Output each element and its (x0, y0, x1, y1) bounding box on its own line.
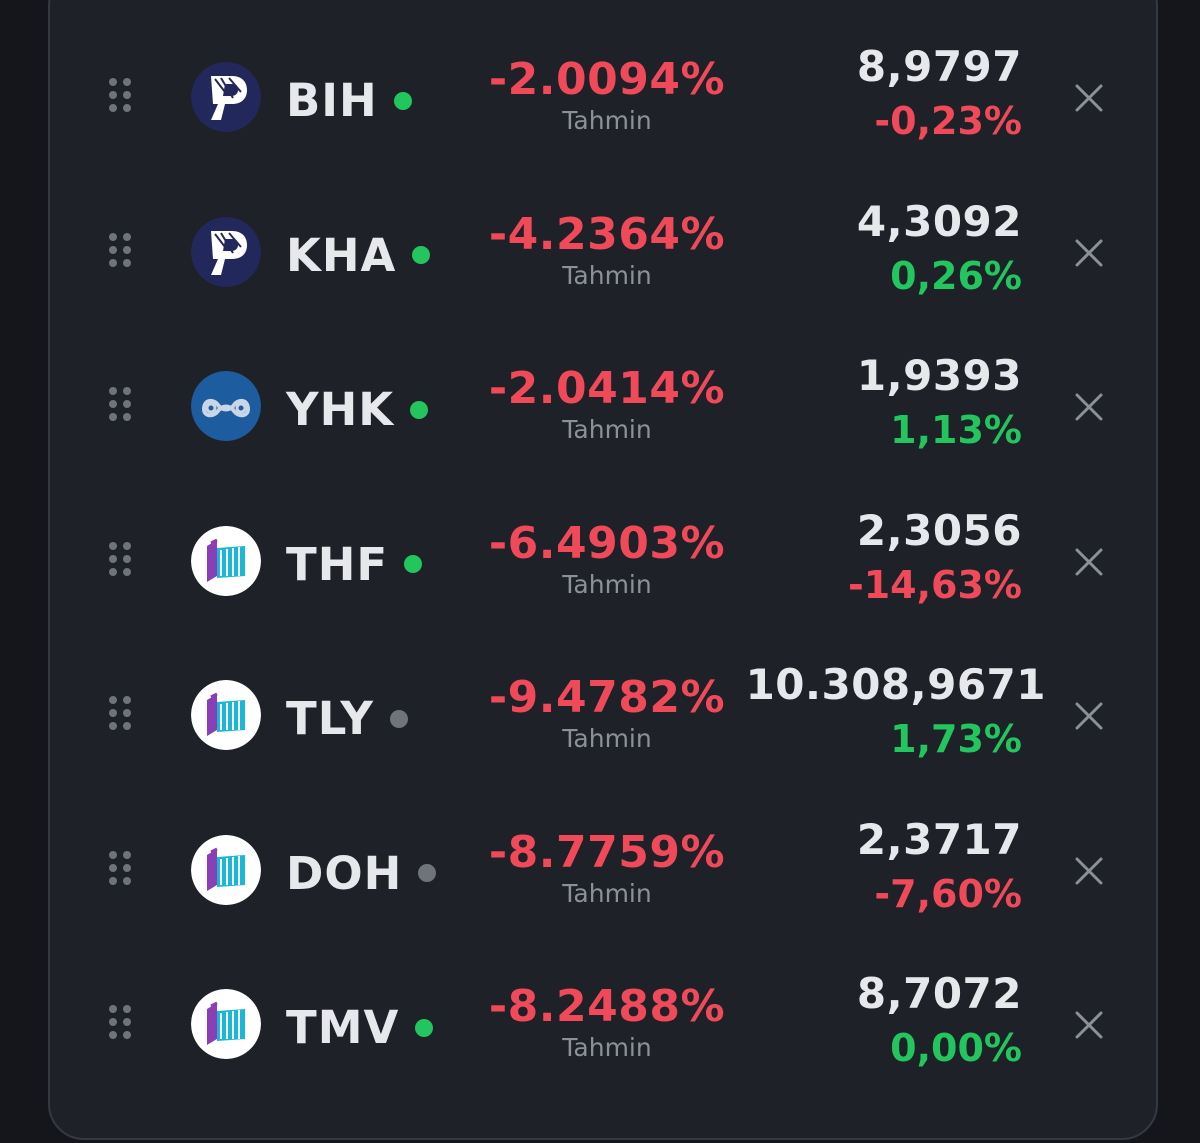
watchlist-row[interactable]: TMV -8.2488% Tahmin 8,7072 0,00% (0, 973, 1200, 1143)
wave-logo-icon (191, 371, 261, 441)
ticker-symbol[interactable]: TMV (286, 1001, 434, 1054)
estimate-block: -2.0094% Tahmin (480, 54, 734, 135)
ticker-label: BIH (286, 74, 378, 127)
drag-handle-icon[interactable] (109, 696, 133, 734)
estimate-value: -4.2364% (488, 208, 726, 260)
p-logo-icon (191, 62, 261, 132)
ticker-symbol[interactable]: BIH (286, 78, 412, 123)
price-block: 10.308,9671 1,73% (746, 664, 1046, 761)
market-status-dot (410, 400, 429, 419)
drag-handle-icon[interactable] (109, 78, 133, 116)
price-change: 1,13% (890, 408, 1022, 452)
cube-logo-icon (191, 989, 261, 1059)
estimate-block: -6.4903% Tahmin (480, 517, 734, 599)
drag-handle-icon[interactable] (109, 541, 133, 580)
watchlist-row[interactable]: BIH -2.0094% Tahmin 8,9797 -0,23% (0, 46, 1200, 216)
price-block: 4,3092 0,26% (856, 196, 1022, 298)
estimate-value: -9.4782% (488, 672, 726, 723)
price-change: 0,26% (890, 253, 1022, 298)
remove-icon[interactable] (1075, 239, 1103, 267)
estimate-block: -8.7759% Tahmin (480, 826, 734, 908)
ticker-symbol[interactable]: THF (286, 537, 423, 591)
estimate-value: -6.4903% (488, 517, 726, 569)
ticker-label: KHA (286, 228, 397, 282)
market-status-dot (418, 864, 437, 882)
cube-logo-icon (191, 525, 261, 596)
market-status-dot (412, 246, 431, 264)
price-value: 1,9393 (856, 351, 1022, 400)
estimate-block: -4.2364% Tahmin (480, 208, 734, 290)
drag-handle-icon[interactable] (109, 387, 133, 425)
price-value: 10.308,9671 (745, 660, 1046, 709)
estimate-value: -2.0094% (488, 54, 726, 105)
cube-logo-icon (191, 680, 261, 750)
price-block: 8,7072 0,00% (856, 969, 1022, 1070)
estimate-value: -8.2488% (488, 981, 726, 1032)
estimate-label: Tahmin (562, 724, 652, 753)
ticker-label: THF (286, 537, 389, 591)
estimate-value: -2.0414% (488, 363, 726, 414)
price-value: 2,3056 (856, 505, 1022, 555)
ticker-label: TMV (286, 1001, 400, 1054)
ticker-label: DOH (286, 846, 403, 900)
price-change: -14,63% (847, 562, 1022, 607)
drag-handle-icon[interactable] (109, 232, 133, 271)
market-status-dot (415, 1018, 434, 1037)
estimate-block: -9.4782% Tahmin (480, 672, 734, 753)
ticker-label: TLY (286, 692, 374, 745)
market-status-dot (393, 91, 412, 110)
estimate-label: Tahmin (562, 1033, 652, 1062)
price-change: 1,73% (890, 717, 1022, 761)
watchlist-row[interactable]: DOH -8.7759% Tahmin 2,3717 -7,60% (0, 818, 1200, 989)
price-block: 1,9393 1,13% (856, 351, 1022, 452)
price-block: 2,3056 -14,63% (847, 505, 1022, 607)
price-block: 2,3717 -7,60% (856, 814, 1022, 916)
estimate-label: Tahmin (562, 260, 652, 290)
ticker-symbol[interactable]: KHA (286, 228, 431, 282)
estimate-block: -2.0414% Tahmin (480, 363, 734, 444)
p-logo-icon (191, 216, 261, 287)
drag-handle-icon[interactable] (109, 850, 133, 889)
ticker-symbol[interactable]: TLY (286, 696, 408, 741)
ticker-label: YHK (286, 383, 395, 436)
price-change: -7,60% (874, 871, 1022, 916)
price-value: 4,3092 (856, 196, 1022, 246)
watchlist-row[interactable]: KHA -4.2364% Tahmin 4,3092 0,26% (0, 200, 1200, 371)
watchlist-row[interactable]: TLY -9.4782% Tahmin 10.308,9671 1,73% (0, 664, 1200, 834)
price-change: -0,23% (874, 99, 1022, 143)
cube-logo-icon (191, 834, 261, 905)
estimate-block: -8.2488% Tahmin (480, 981, 734, 1062)
remove-icon[interactable] (1075, 393, 1103, 421)
price-value: 2,3717 (856, 814, 1022, 864)
market-status-dot (389, 709, 408, 728)
remove-icon[interactable] (1075, 548, 1103, 576)
price-value: 8,7072 (856, 969, 1022, 1018)
estimate-label: Tahmin (562, 569, 652, 599)
price-change: 0,00% (890, 1026, 1022, 1070)
estimate-value: -8.7759% (488, 826, 726, 878)
watchlist-row[interactable]: YHK -2.0414% Tahmin 1,9393 1,13% (0, 355, 1200, 525)
drag-handle-icon[interactable] (109, 1005, 133, 1043)
remove-icon[interactable] (1075, 84, 1103, 112)
price-value: 8,9797 (856, 42, 1022, 91)
remove-icon[interactable] (1075, 857, 1103, 885)
remove-icon[interactable] (1075, 1011, 1103, 1039)
ticker-symbol[interactable]: YHK (286, 383, 429, 436)
watchlist-row[interactable]: THF -6.4903% Tahmin 2,3056 -14,63% (0, 509, 1200, 680)
estimate-label: Tahmin (562, 415, 652, 444)
estimate-label: Tahmin (562, 106, 652, 135)
estimate-label: Tahmin (562, 878, 652, 908)
market-status-dot (404, 555, 423, 573)
price-block: 8,9797 -0,23% (856, 42, 1022, 143)
remove-icon[interactable] (1075, 702, 1103, 730)
ticker-symbol[interactable]: DOH (286, 846, 437, 900)
